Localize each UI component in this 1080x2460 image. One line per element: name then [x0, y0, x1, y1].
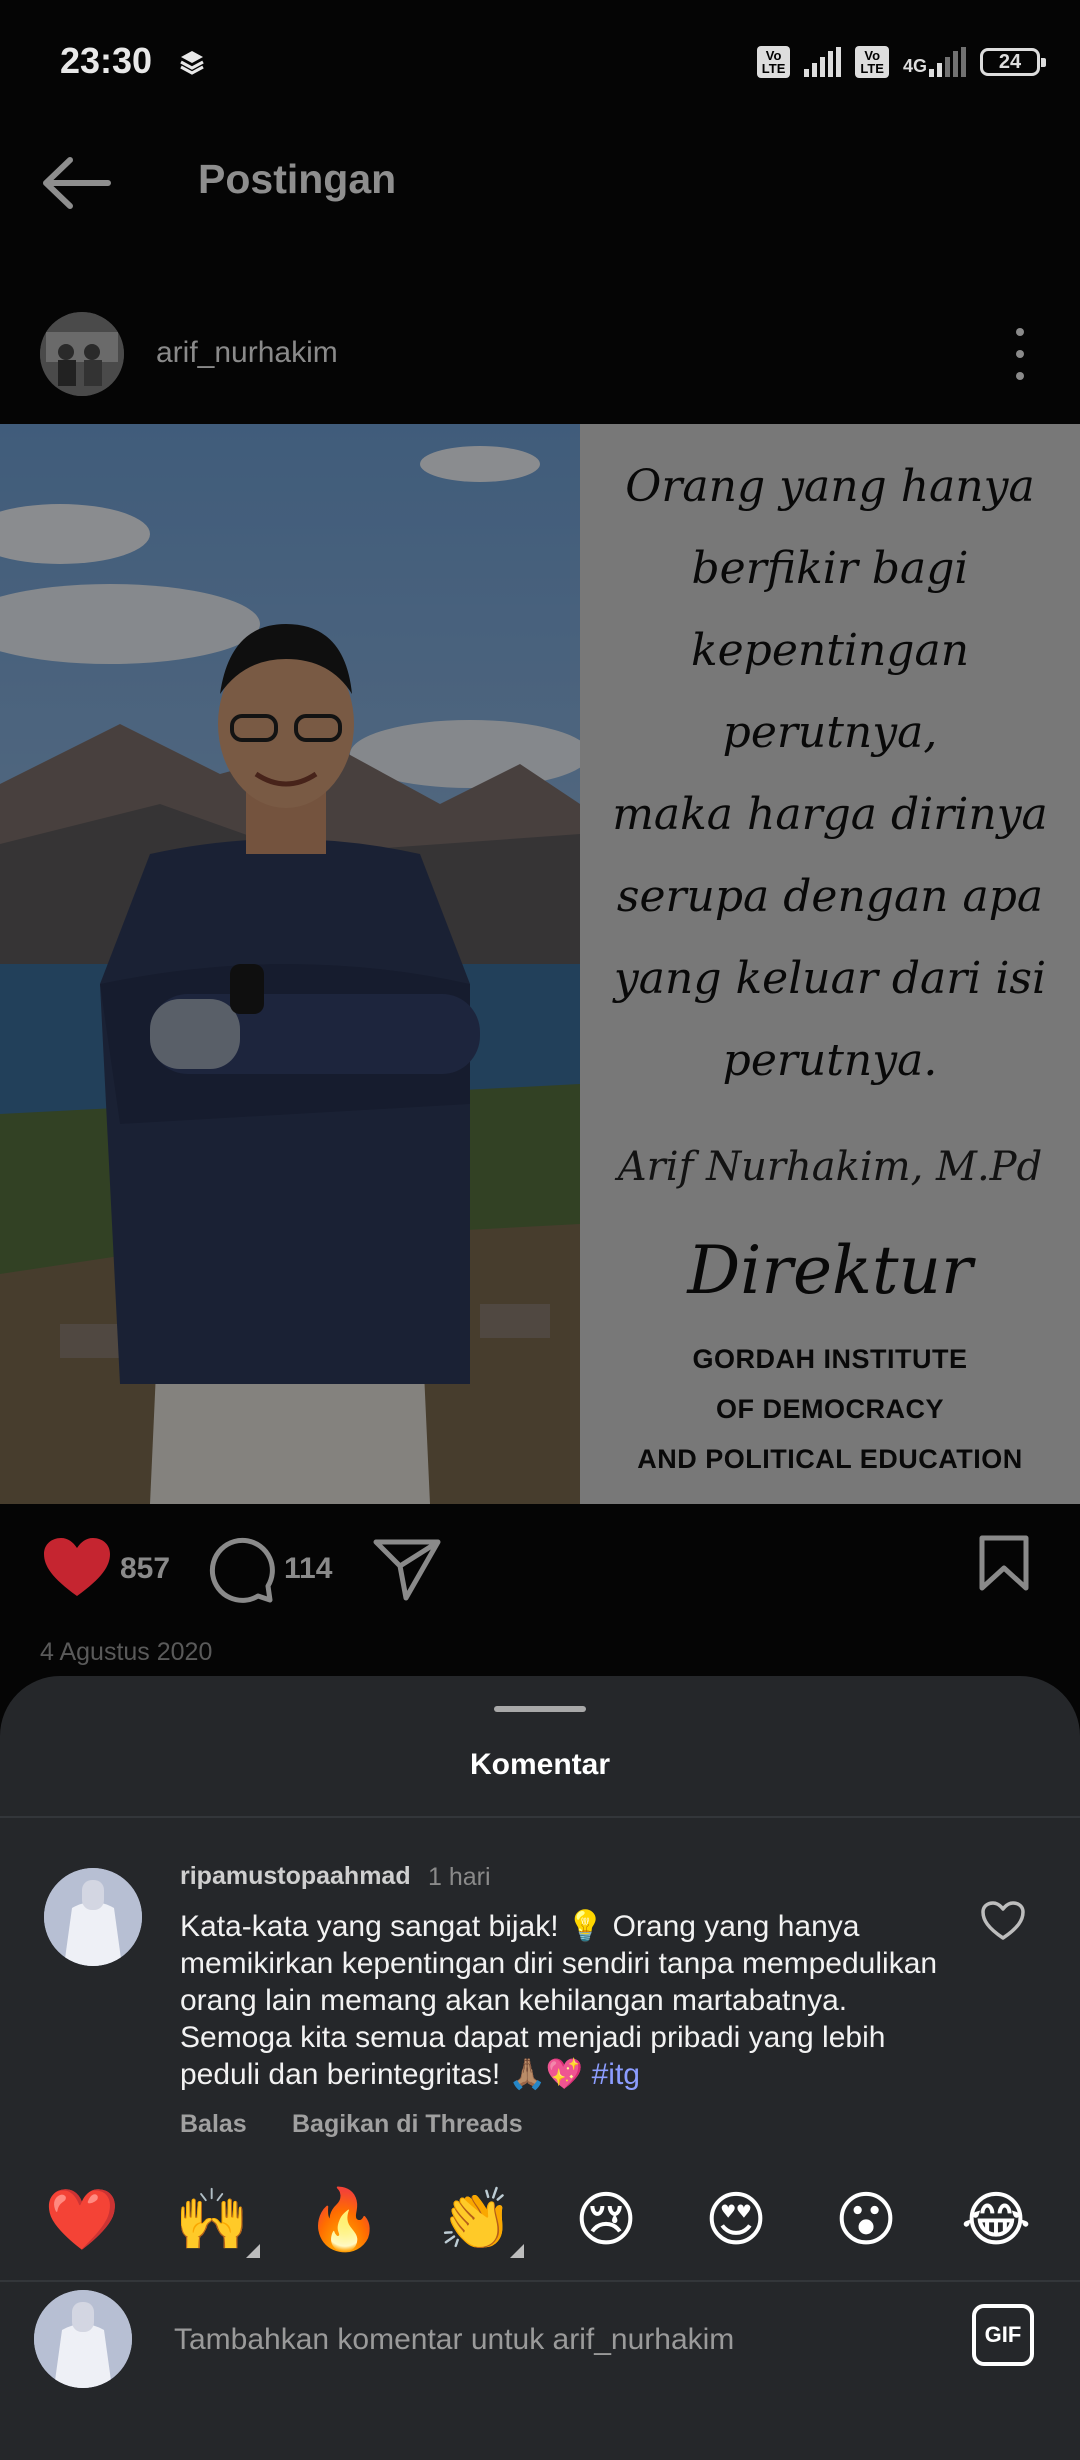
comment-icon[interactable] [206, 1534, 276, 1604]
quote-author: Arif Nurhakim, M.Pd [617, 1144, 1043, 1190]
emoji-fire[interactable]: 🔥 [304, 2180, 384, 2260]
emoji-heart-eyes[interactable]: 😍 [696, 2180, 776, 2260]
heart-icon[interactable] [42, 1536, 112, 1600]
current-user-avatar [34, 2290, 132, 2388]
quote-line: yang keluar dari isi [613, 953, 1047, 1004]
battery-icon: 24 [980, 48, 1046, 76]
status-indicators: Vo LTE Vo LTE 4G 24 [756, 44, 1046, 80]
quote-line: kepentingan perutnya, [690, 625, 970, 758]
signal-icon-1 [804, 47, 842, 77]
author-avatar[interactable] [40, 312, 124, 396]
divider [0, 2280, 1080, 2282]
layers-icon [180, 51, 204, 75]
commenter-username[interactable]: ripamustopaahmad [180, 1862, 411, 1891]
post-date: 4 Agustus 2020 [40, 1638, 213, 1666]
quote-line: Orang yang hanya [625, 461, 1035, 512]
post-image[interactable]: Orang yang hanya berfikir bagi kepenting… [0, 424, 1080, 1504]
portrait-photo [0, 424, 580, 1504]
quote-text: Orang yang hanya berfikir bagi kepenting… [580, 446, 1080, 1102]
gif-button[interactable]: GIF [972, 2304, 1034, 2366]
emoji-surprised[interactable]: 😮 [826, 2180, 906, 2260]
back-arrow-icon[interactable] [40, 150, 114, 216]
emoji-raising-hands[interactable]: 🙌 [172, 2180, 260, 2260]
quote-line: berfikir bagi [691, 543, 969, 594]
quote-role: Direktur [687, 1232, 973, 1309]
comment-heart-icon[interactable] [980, 1900, 1026, 1942]
org-line: GORDAH INSTITUTE [692, 1344, 968, 1374]
battery-level: 24 [998, 50, 1022, 73]
signal-icon-2 [929, 47, 966, 77]
sheet-title: Komentar [469, 1748, 611, 1781]
bookmark-icon[interactable] [978, 1534, 1030, 1592]
emoji-reaction-bar: ❤️ 🙌 🔥 👏 😢 😍 😮 😂 [0, 2180, 1080, 2260]
comment-time: 1 hari [428, 1863, 491, 1891]
like-count[interactable]: 857 [120, 1552, 170, 1586]
commenter-avatar[interactable] [44, 1868, 142, 1966]
network-type: 4G [902, 56, 927, 76]
org-line: AND POLITICAL EDUCATION [637, 1444, 1023, 1474]
reply-button[interactable]: Balas [180, 2110, 247, 2139]
status-time: 23:30 [60, 40, 153, 81]
author-username[interactable]: arif_nurhakim [156, 336, 338, 370]
send-icon[interactable] [372, 1536, 442, 1602]
comment-count[interactable]: 114 [284, 1552, 332, 1586]
quote-line: perutnya. [722, 1035, 938, 1086]
org-line: OF DEMOCRACY [716, 1394, 944, 1424]
volte-badge-1: Vo LTE [756, 46, 791, 78]
emoji-crying[interactable]: 😢 [566, 2180, 646, 2260]
quote-panel: Orang yang hanya berfikir bagi kepenting… [580, 424, 1080, 1504]
volte-badge-2: Vo LTE [855, 46, 889, 78]
emoji-laughing[interactable]: 😂 [956, 2180, 1036, 2260]
page-title: Postingan [198, 156, 397, 202]
emoji-clapping[interactable]: 👏 [436, 2180, 524, 2260]
share-threads-button[interactable]: Bagikan di Threads [292, 2110, 523, 2139]
comment-body: Kata-kata yang sangat bijak! 💡 Orang yan… [180, 1910, 938, 2091]
quote-organization: GORDAH INSTITUTE OF DEMOCRACY AND POLITI… [580, 1334, 1080, 1484]
quote-line: serupa dengan apa [616, 871, 1044, 922]
gif-label: GIF [984, 2322, 1022, 2347]
comment-input[interactable] [172, 2304, 936, 2376]
comment-text: Kata-kata yang sangat bijak! 💡 Orang yan… [180, 1908, 950, 2093]
emoji-heart[interactable]: ❤️ [42, 2180, 122, 2260]
hashtag-link[interactable]: #itg [592, 2058, 640, 2091]
quote-line: maka harga dirinya [612, 789, 1048, 840]
more-options-icon[interactable] [1000, 328, 1040, 380]
drag-handle[interactable] [494, 1706, 586, 1712]
divider [0, 1816, 1080, 1818]
comments-sheet: Komentar ripamustopaahmad 1 hari Kata-ka… [0, 1676, 1080, 2460]
